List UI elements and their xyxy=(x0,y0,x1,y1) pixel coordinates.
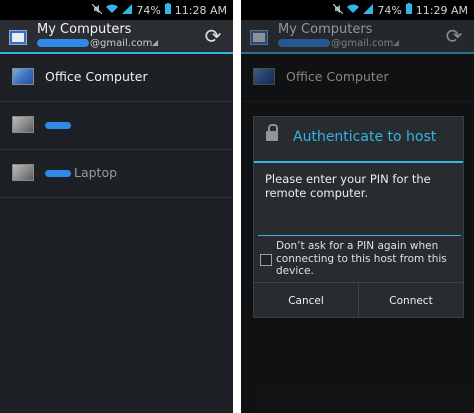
redacted-username xyxy=(37,39,89,47)
redacted-name xyxy=(45,170,71,177)
computer-online-icon xyxy=(12,68,34,85)
screen-authenticate: 74% 11:29 AM My Computers @gmail.com ⟳ O… xyxy=(241,0,474,413)
chromoting-app-icon[interactable] xyxy=(250,30,268,45)
account-email[interactable]: @gmail.com xyxy=(278,38,400,49)
connect-button[interactable]: Connect xyxy=(358,283,463,318)
account-domain: @gmail.com xyxy=(90,38,153,49)
refresh-button[interactable]: ⟳ xyxy=(442,24,466,48)
computer-label: Office Computer xyxy=(45,69,148,84)
mute-icon xyxy=(332,3,344,17)
wifi-icon xyxy=(106,4,119,17)
wifi-icon xyxy=(347,4,360,17)
computer-label xyxy=(45,117,74,132)
screen-my-computers: 74% 11:28 AM My Computers @gmail.com ⟳ O… xyxy=(0,0,233,413)
lock-icon xyxy=(266,124,278,141)
computer-offline-icon xyxy=(12,164,34,181)
pin-input[interactable] xyxy=(258,225,461,236)
computer-offline-icon xyxy=(12,116,34,133)
computer-row-redacted[interactable] xyxy=(0,102,233,150)
dialog-message: Please enter your PIN for the remote com… xyxy=(265,172,431,200)
battery-icon xyxy=(164,3,171,17)
chromoting-app-icon[interactable] xyxy=(9,30,27,45)
page-title: My Computers xyxy=(278,22,373,37)
computer-label: Laptop xyxy=(45,165,117,180)
action-bar: My Computers @gmail.com ⟳ xyxy=(0,20,233,54)
computer-list: Office Computer Laptop xyxy=(0,54,233,198)
computer-row-office[interactable]: Office Computer xyxy=(0,54,233,102)
redacted-username xyxy=(278,39,330,47)
account-email[interactable]: @gmail.com xyxy=(37,38,159,49)
remember-pin-label[interactable]: Don’t ask for a PIN again when connectin… xyxy=(276,240,461,278)
battery-icon xyxy=(405,3,412,17)
page-title: My Computers xyxy=(37,22,132,37)
dialog-title: Authenticate to host xyxy=(293,129,437,145)
refresh-icon: ⟳ xyxy=(445,24,463,48)
computer-row-laptop[interactable]: Laptop xyxy=(0,150,233,198)
action-bar: My Computers @gmail.com ⟳ xyxy=(241,20,474,54)
mute-icon xyxy=(91,3,103,17)
signal-icon xyxy=(363,3,374,17)
battery-percent: 74% xyxy=(136,3,161,17)
refresh-icon: ⟳ xyxy=(204,24,222,48)
cancel-button[interactable]: Cancel xyxy=(254,283,358,318)
dropdown-indicator-icon xyxy=(393,38,400,49)
refresh-button[interactable]: ⟳ xyxy=(201,24,225,48)
status-bar: 74% 11:28 AM xyxy=(0,0,233,20)
signal-icon xyxy=(122,3,133,17)
status-time: 11:29 AM xyxy=(415,3,468,17)
dropdown-indicator-icon xyxy=(152,38,159,49)
redacted-name xyxy=(45,122,71,129)
dialog-button-bar: Cancel Connect xyxy=(254,282,463,318)
battery-percent: 74% xyxy=(377,3,402,17)
dialog-header: Authenticate to host xyxy=(254,117,463,163)
remember-pin-checkbox[interactable] xyxy=(260,254,272,266)
status-bar: 74% 11:29 AM xyxy=(241,0,474,20)
authenticate-dialog: Authenticate to host Please enter your P… xyxy=(253,116,464,318)
status-time: 11:28 AM xyxy=(174,3,227,17)
account-domain: @gmail.com xyxy=(331,38,394,49)
